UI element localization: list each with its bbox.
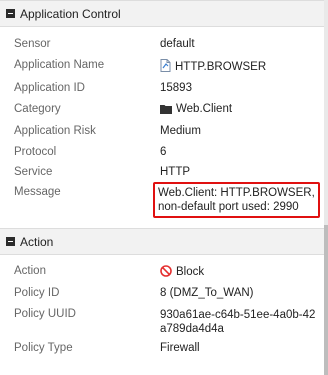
section-header-application-control[interactable]: Application Control bbox=[0, 0, 324, 27]
field-label: Application ID bbox=[14, 82, 85, 94]
section-header-action[interactable]: Action bbox=[0, 228, 324, 255]
folder-icon bbox=[160, 104, 172, 117]
field-label: Protocol bbox=[14, 146, 57, 158]
field-label: Policy UUID bbox=[14, 308, 76, 320]
document-icon bbox=[160, 59, 171, 75]
collapse-icon[interactable] bbox=[6, 237, 15, 246]
field-value-wrapper: Web.Client bbox=[160, 103, 232, 117]
field-label: Service bbox=[14, 166, 53, 178]
field-value: 15893 bbox=[160, 82, 192, 94]
field-label: Policy Type bbox=[14, 342, 73, 354]
field-label: Application Name bbox=[14, 59, 105, 71]
field-label: Action bbox=[14, 265, 46, 277]
section-title: Application Control bbox=[20, 6, 121, 21]
field-value: default bbox=[160, 38, 195, 50]
field-value: Firewall bbox=[160, 342, 200, 354]
section-title: Action bbox=[20, 234, 54, 249]
field-value-wrapper: Block bbox=[160, 265, 204, 280]
category-value: Web.Client bbox=[176, 103, 233, 115]
message-highlight-box: Web.Client: HTTP.BROWSER, non-default po… bbox=[153, 182, 320, 218]
action-value: Block bbox=[176, 266, 205, 278]
field-label: Application Risk bbox=[14, 125, 96, 137]
field-value: HTTP bbox=[160, 166, 191, 178]
field-value: 930a61ae-c64b-51ee-4a0b-42a789da4d4a bbox=[160, 309, 316, 335]
scrollbar-thumb[interactable] bbox=[324, 225, 328, 375]
field-label: Sensor bbox=[14, 38, 51, 50]
collapse-icon[interactable] bbox=[6, 9, 15, 18]
field-value-wrapper: HTTP.BROWSER bbox=[160, 59, 266, 75]
field-label: Category bbox=[14, 103, 61, 115]
message-value: Web.Client: HTTP.BROWSER, non-default po… bbox=[158, 187, 315, 213]
field-label: Policy ID bbox=[14, 287, 60, 299]
field-label: Message bbox=[14, 186, 61, 198]
policy-id-link[interactable]: 8 (DMZ_To_WAN) bbox=[160, 287, 254, 299]
field-value: 6 bbox=[160, 146, 167, 158]
application-name-link[interactable]: HTTP.BROWSER bbox=[175, 61, 266, 73]
block-icon bbox=[160, 265, 172, 280]
field-value: Medium bbox=[160, 125, 201, 137]
